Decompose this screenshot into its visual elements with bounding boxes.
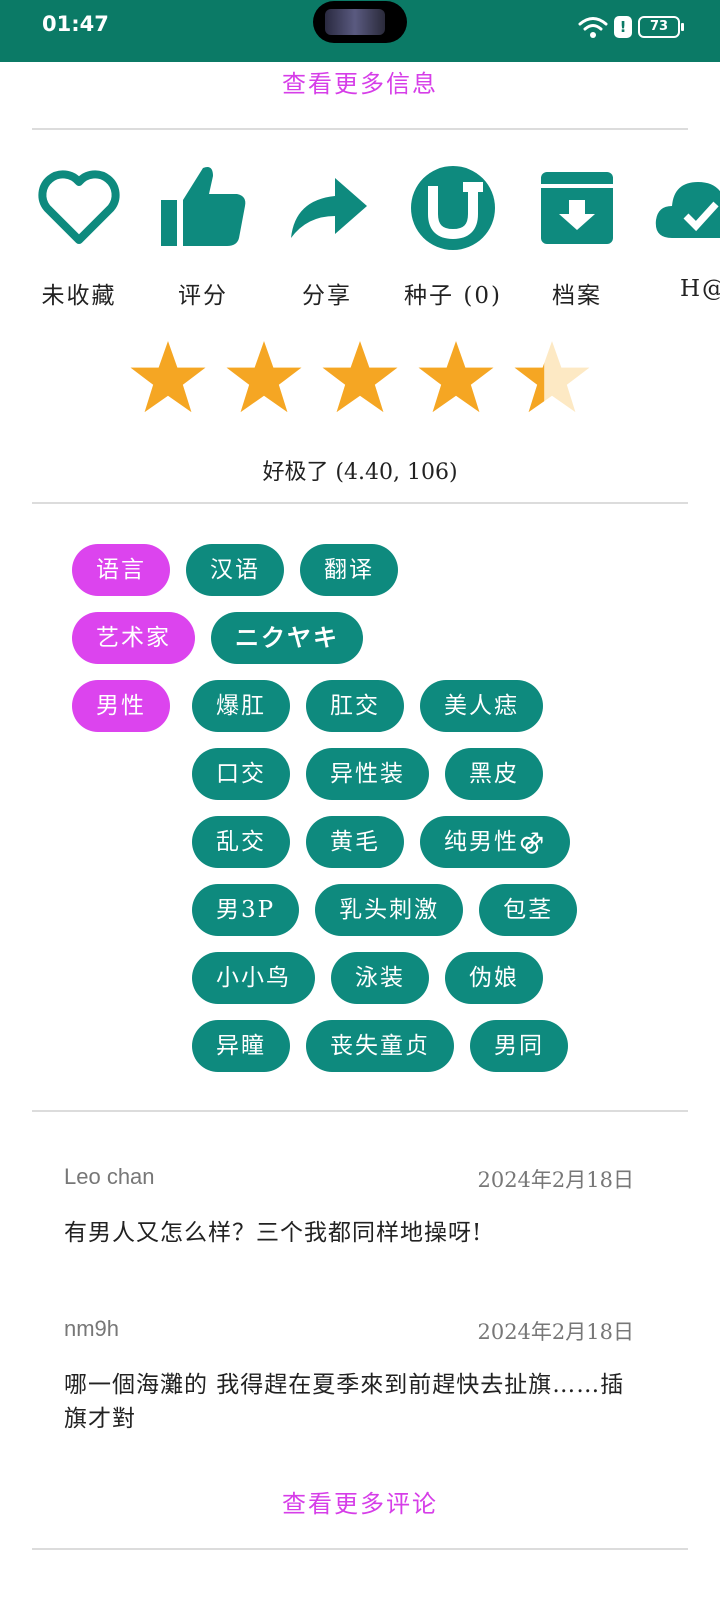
comment-author[interactable]: nm9h [64, 1316, 119, 1346]
tag-row: 爆肛 肛交 美人痣 [192, 680, 543, 732]
tag[interactable]: 包茎 [479, 884, 578, 936]
cloud-check-icon [655, 182, 720, 238]
comment: nm9h 2024年2月18日 哪一個海灘的 我得趕在夏季來到前趕快去扯旗……插… [64, 1316, 634, 1436]
share-label: 分享 [302, 283, 352, 309]
tag[interactable]: 丧失童贞 [306, 1020, 454, 1072]
tag[interactable]: 汉语 [186, 544, 284, 596]
star-icon[interactable] [225, 338, 303, 416]
status-bar: 01:47 ! 73 [0, 0, 720, 62]
archive-download-icon [541, 172, 613, 244]
hath-button[interactable]: H@ [636, 160, 720, 302]
tag[interactable]: 纯男性⚣ [420, 816, 571, 868]
rating-text: 好极了 (4.40, 106) [262, 460, 458, 485]
alert-icon: ! [614, 16, 632, 38]
tag[interactable]: 泳装 [331, 952, 429, 1004]
star-icon[interactable] [513, 338, 591, 416]
tag[interactable]: 乱交 [192, 816, 290, 868]
status-icons: ! 73 [578, 14, 684, 40]
more-info-link[interactable]: 查看更多信息 [0, 64, 720, 99]
tag[interactable]: 黄毛 [306, 816, 404, 868]
rate-label: 评分 [178, 283, 228, 309]
tag[interactable]: 男同 [470, 1020, 568, 1072]
tag-row-language: 语言 汉语 翻译 [72, 544, 398, 596]
tag[interactable]: 乳头刺激 [315, 884, 464, 936]
tag[interactable]: 黑皮 [445, 748, 543, 800]
archive-button[interactable]: 档案 [512, 160, 642, 310]
rating-stars[interactable] [0, 338, 720, 416]
favorite-button[interactable]: 未收藏 [14, 160, 144, 310]
tag-row-artist: 艺术家 ニクヤキ [72, 612, 363, 664]
tag-row-male: 男性 [72, 680, 170, 732]
tag[interactable]: 小小鸟 [192, 952, 315, 1004]
tag-row: 异瞳 丧失童贞 男同 [192, 1020, 568, 1072]
battery-icon: 73 [638, 16, 684, 38]
more-comments-link[interactable]: 查看更多评论 [0, 1484, 720, 1519]
comment-body: 有男人又怎么样？三个我都同样地操呀! [64, 1220, 483, 1246]
star-icon[interactable] [321, 338, 399, 416]
divider [32, 128, 688, 130]
comment-author[interactable]: Leo chan [64, 1164, 155, 1194]
camera-cutout [313, 1, 407, 43]
heart-outline-icon [38, 170, 120, 244]
share-arrow-icon [291, 178, 367, 238]
favorite-label: 未收藏 [41, 283, 117, 309]
star-icon[interactable] [417, 338, 495, 416]
torrent-icon [411, 166, 495, 250]
comment-body: 哪一個海灘的 我得趕在夏季來到前趕快去扯旗……插旗才對 [64, 1372, 625, 1432]
share-button[interactable]: 分享 [262, 160, 392, 310]
divider [32, 1548, 688, 1550]
tag[interactable]: 伪娘 [445, 952, 543, 1004]
thumbs-up-icon [161, 167, 246, 246]
torrent-label: 种子 (0) [404, 283, 502, 309]
tag-row: 小小鸟 泳装 伪娘 [192, 952, 543, 1004]
tag-category-language: 语言 [72, 544, 170, 596]
torrent-button[interactable]: 种子 (0) [388, 160, 518, 310]
tag[interactable]: 美人痣 [420, 680, 543, 732]
wifi-icon [578, 17, 608, 38]
tag-row: 乱交 黄毛 纯男性⚣ [192, 816, 571, 868]
hath-label: H@ [680, 276, 720, 302]
tag[interactable]: 异瞳 [192, 1020, 290, 1072]
tag[interactable]: ニクヤキ [211, 612, 363, 664]
tag[interactable]: 异性装 [306, 748, 429, 800]
comment-date: 2024年2月18日 [477, 1320, 634, 1344]
tag[interactable]: 爆肛 [192, 680, 290, 732]
rate-button[interactable]: 评分 [138, 160, 268, 310]
tag-category-artist: 艺术家 [72, 612, 195, 664]
archive-label: 档案 [552, 283, 602, 309]
comment-date: 2024年2月18日 [477, 1168, 634, 1192]
tag-row: 口交 异性装 黑皮 [192, 748, 543, 800]
tag[interactable]: 口交 [192, 748, 290, 800]
tag[interactable]: 肛交 [306, 680, 404, 732]
divider [32, 1110, 688, 1112]
tag[interactable]: 男3P [192, 884, 300, 936]
star-icon[interactable] [129, 338, 207, 416]
comment: Leo chan 2024年2月18日 有男人又怎么样？三个我都同样地操呀! [64, 1164, 634, 1250]
action-row: 未收藏 评分 分享 种子 (0) 档案 H@ [0, 160, 720, 310]
status-time: 01:47 [42, 12, 109, 36]
tag-category-male: 男性 [72, 680, 170, 732]
divider [32, 502, 688, 504]
tag[interactable]: 翻译 [300, 544, 398, 596]
tag-row: 男3P 乳头刺激 包茎 [192, 884, 578, 936]
